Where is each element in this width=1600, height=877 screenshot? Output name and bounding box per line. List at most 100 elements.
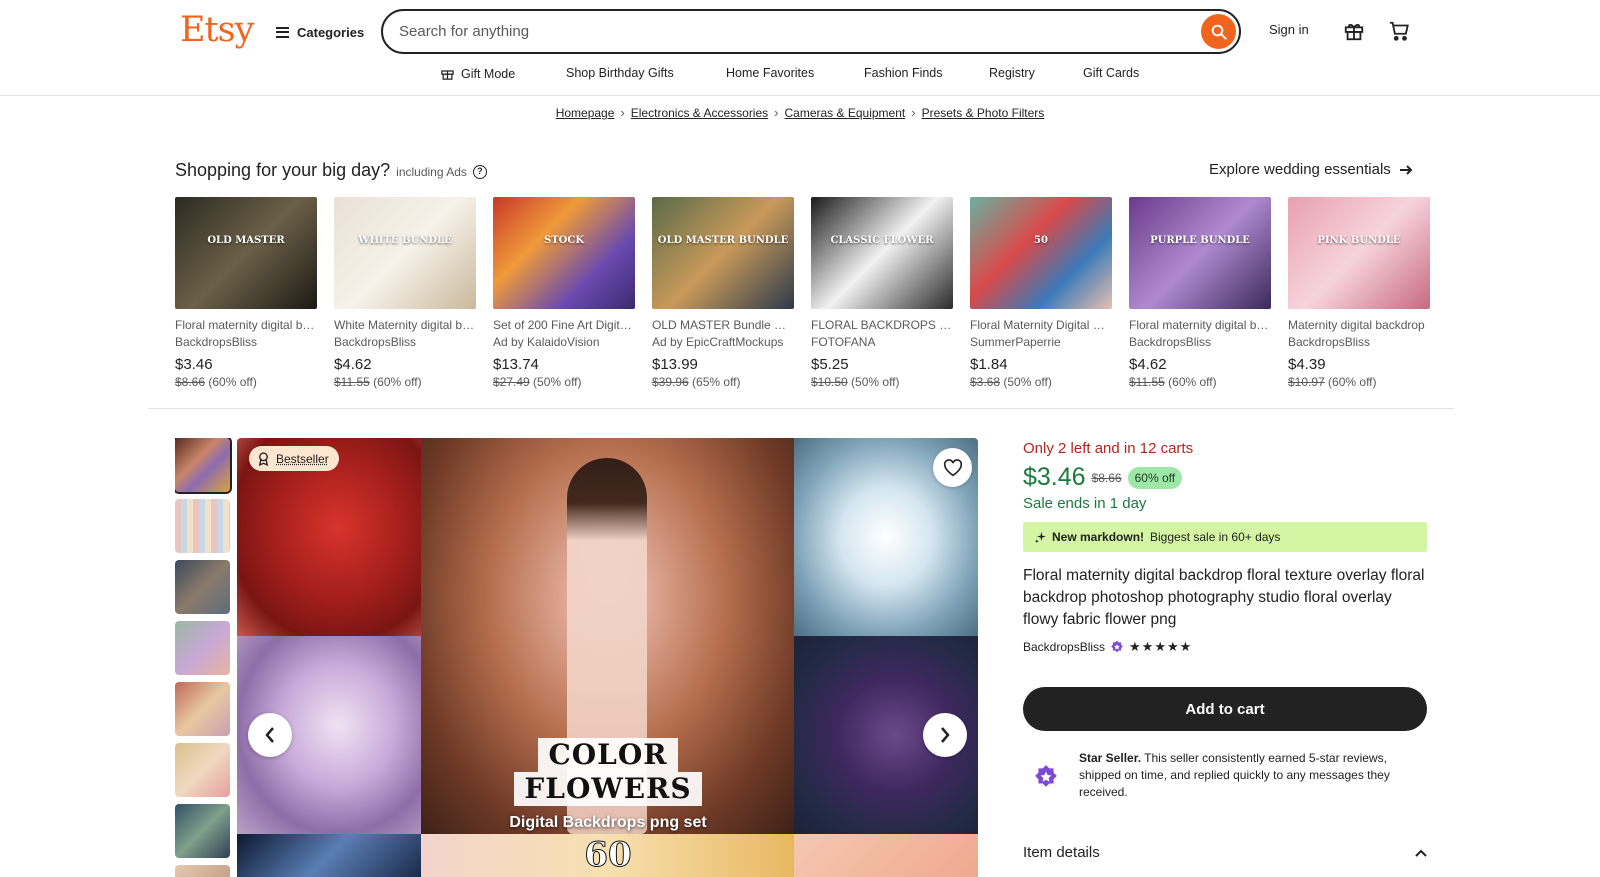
ad-card[interactable]: OLD MASTER BUNDLE OLD MASTER Bundle Digit… <box>652 197 794 389</box>
nav-item-fashion-finds[interactable]: Fashion Finds <box>864 66 943 80</box>
ad-thumbnail-label: PINK BUNDLE <box>1317 235 1401 246</box>
ad-shop: SummerPaperrie <box>970 335 1061 349</box>
star-seller-bold: Star Seller. <box>1079 751 1142 765</box>
ad-thumbnail[interactable]: PURPLE BUNDLE <box>1129 197 1271 309</box>
ad-thumbnail[interactable]: CLASSIC FLOWER <box>811 197 953 309</box>
header: Etsy Categories Sign in <box>0 0 1600 96</box>
search-button[interactable] <box>1201 14 1236 49</box>
ad-shop: BackdropsBliss <box>1129 335 1212 349</box>
chevron-right-icon: › <box>911 105 916 120</box>
ads-section-title: Shopping for your big day? including Ads… <box>175 160 487 181</box>
nav-item-registry[interactable]: Registry <box>989 66 1035 80</box>
sub-navigation: Gift Mode Shop Birthday Gifts Home Favor… <box>0 66 1600 84</box>
ad-thumbnail[interactable]: PINK BUNDLE <box>1288 197 1430 309</box>
ad-title[interactable]: OLD MASTER Bundle Digital Backdrops <box>652 318 794 332</box>
ad-thumbnail-label: 50 <box>1034 235 1048 246</box>
ad-thumbnail-label: STOCK <box>543 235 585 246</box>
ad-price: $13.99 <box>652 356 698 373</box>
categories-label: Categories <box>297 24 365 40</box>
nav-item-gift-mode[interactable]: Gift Mode <box>440 66 515 81</box>
ad-discount: (50% off) <box>533 375 582 389</box>
etsy-logo[interactable]: Etsy <box>180 10 254 50</box>
thumbnail[interactable] <box>175 499 230 553</box>
ad-card[interactable]: PINK BUNDLE Maternity digital backdrop Bac… <box>1288 197 1430 389</box>
image-overlay-subtitle: Digital Backdrops png set <box>509 814 707 831</box>
ad-title[interactable]: Floral maternity digital backdrop <box>1129 318 1271 332</box>
chevron-left-icon <box>265 727 274 743</box>
nav-item-home-favorites[interactable]: Home Favorites <box>726 66 814 80</box>
overlay-title-line-1: COLOR <box>538 738 678 772</box>
thumbnail[interactable] <box>175 865 230 877</box>
item-details-toggle[interactable]: Item details <box>1023 844 1427 861</box>
ad-thumbnail[interactable]: OLD MASTER BUNDLE <box>652 197 794 309</box>
heart-icon <box>943 458 962 476</box>
original-price: $8.66 <box>1091 470 1122 485</box>
ad-card[interactable]: PURPLE BUNDLE Floral maternity digital ba… <box>1129 197 1271 389</box>
ad-thumbnail[interactable]: 50 <box>970 197 1112 309</box>
ad-shop: FOTOFANA <box>811 335 876 349</box>
ad-title[interactable]: Floral Maternity Digital Backdrops <box>970 318 1112 332</box>
ad-card[interactable]: CLASSIC FLOWER FLORAL BACKDROPS Classic F… <box>811 197 953 389</box>
ad-thumbnail[interactable]: STOCK <box>493 197 635 309</box>
sign-in-link[interactable]: Sign in <box>1269 22 1309 37</box>
thumbnail[interactable] <box>175 682 230 736</box>
ad-thumbnail-label: PURPLE BUNDLE <box>1150 235 1250 246</box>
next-image-button[interactable] <box>923 713 967 757</box>
ad-discount: (60% off) <box>1168 375 1217 389</box>
ad-shop: Ad by KalaidoVision <box>493 335 600 349</box>
cart-icon[interactable] <box>1387 20 1411 47</box>
thumbnail[interactable] <box>175 560 230 614</box>
award-icon <box>258 451 269 466</box>
chevron-right-icon <box>941 727 950 743</box>
ad-original-price: $11.55 (60% off) <box>1129 375 1271 389</box>
breadcrumb-link[interactable]: Presets & Photo Filters <box>922 106 1045 120</box>
shop-name-link[interactable]: BackdropsBliss <box>1023 640 1105 654</box>
bestseller-label: Bestseller <box>276 451 329 466</box>
ad-price: $3.46 <box>175 356 213 373</box>
ad-original-price: $10.50 (50% off) <box>811 375 953 389</box>
ad-original-price: $39.96 (65% off) <box>652 375 794 389</box>
ad-title[interactable]: FLORAL BACKDROPS Classic Flower <box>811 318 953 332</box>
ad-thumbnail[interactable]: WHITE BUNDLE <box>334 197 476 309</box>
previous-image-button[interactable] <box>248 713 292 757</box>
thumbnail[interactable] <box>175 621 230 675</box>
thumbnail[interactable] <box>175 743 230 797</box>
gift-icon[interactable] <box>1343 20 1365 47</box>
ad-discount: (50% off) <box>851 375 900 389</box>
ad-card[interactable]: 50 Floral Maternity Digital Backdrops Summ… <box>970 197 1112 389</box>
ad-title[interactable]: Floral maternity digital backdrop <box>175 318 317 332</box>
breadcrumb-link[interactable]: Homepage <box>556 106 615 120</box>
nav-item-birthday-gifts[interactable]: Shop Birthday Gifts <box>566 66 674 80</box>
star-seller-info: Star Seller. This seller consistently ea… <box>1023 750 1427 810</box>
breadcrumb-link[interactable]: Electronics & Accessories <box>631 106 768 120</box>
sale-price: $3.46 <box>1023 463 1086 491</box>
ad-original-price: $11.55 (60% off) <box>334 375 476 389</box>
ad-card[interactable]: OLD MASTER Floral maternity digital backd… <box>175 197 317 389</box>
breadcrumb-link[interactable]: Cameras & Equipment <box>785 106 906 120</box>
ad-title[interactable]: Set of 200 Fine Art Digital Backdrops <box>493 318 635 332</box>
categories-button[interactable]: Categories <box>276 20 364 44</box>
ad-title[interactable]: White Maternity digital backdrop <box>334 318 476 332</box>
nav-item-gift-cards[interactable]: Gift Cards <box>1083 66 1139 80</box>
ad-thumbnail[interactable]: OLD MASTER <box>175 197 317 309</box>
ad-shop: BackdropsBliss <box>1288 335 1371 349</box>
ad-card[interactable]: WHITE BUNDLE White Maternity digital back… <box>334 197 476 389</box>
bestseller-badge: Bestseller <box>249 446 339 471</box>
search-input[interactable] <box>399 11 1179 52</box>
ad-discount: (60% off) <box>1328 375 1377 389</box>
explore-wedding-link[interactable]: Explore wedding essentials <box>1209 161 1413 178</box>
image-overlay-title: COLOR FLOWERS <box>427 738 789 806</box>
favorite-button[interactable] <box>933 448 972 487</box>
ad-price: $4.62 <box>1129 356 1167 373</box>
add-to-cart-button[interactable]: Add to cart <box>1023 687 1427 731</box>
rating-stars[interactable]: ★★★★★ <box>1129 639 1192 655</box>
ad-original-price: $27.49 (50% off) <box>493 375 635 389</box>
item-details-label: Item details <box>1023 844 1100 861</box>
thumbnail[interactable] <box>175 438 232 494</box>
help-icon[interactable]: ? <box>472 165 487 179</box>
thumbnail[interactable] <box>175 804 230 858</box>
main-product-image[interactable]: Bestseller COLOR FLOWERS Digital Backdro… <box>237 438 978 877</box>
ad-card[interactable]: STOCK Set of 200 Fine Art Digital Backdro… <box>493 197 635 389</box>
markdown-banner: New markdown! Biggest sale in 60+ days <box>1023 522 1427 552</box>
ad-title[interactable]: Maternity digital backdrop <box>1288 318 1430 332</box>
